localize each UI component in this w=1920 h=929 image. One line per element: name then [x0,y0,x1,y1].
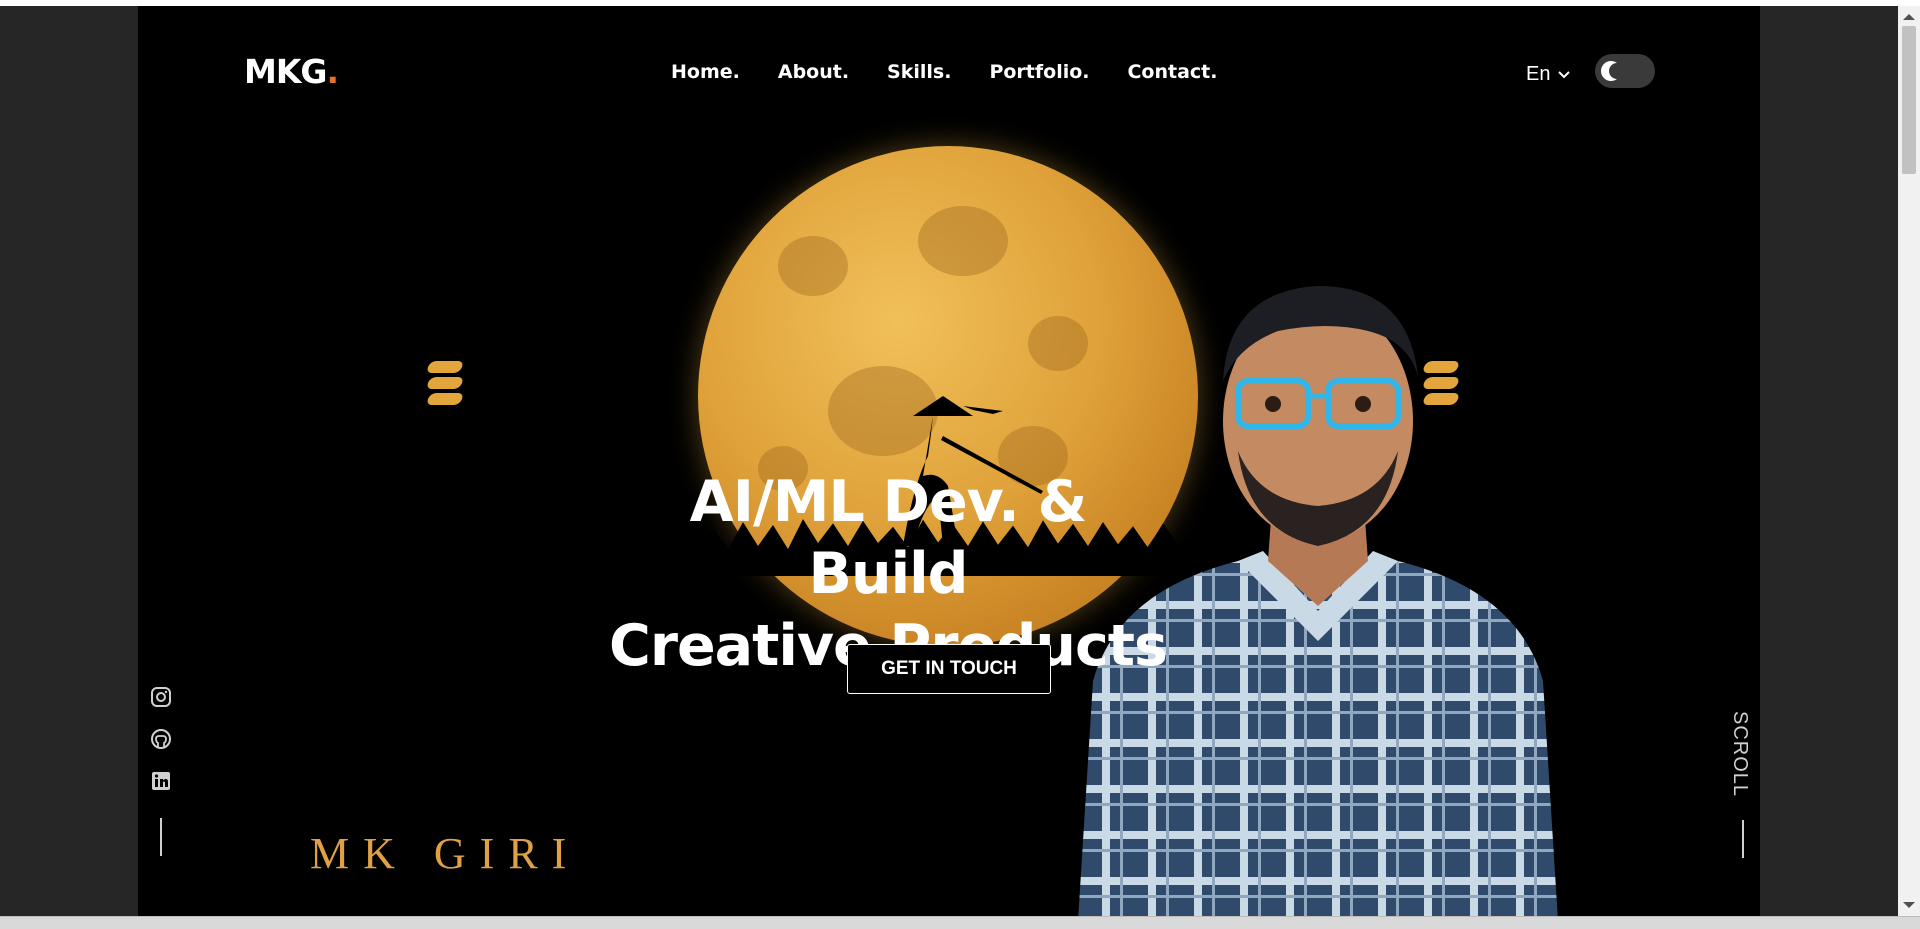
chevron-down-icon [1558,70,1571,78]
logo-dot: . [326,52,340,91]
site-logo[interactable]: MKG. [244,52,340,91]
decor-bars-left [425,361,465,409]
left-divider-line [160,818,162,856]
nav-portfolio[interactable]: Portfolio. [989,61,1089,83]
page-scrollbar[interactable] [1898,6,1920,916]
os-taskbar [0,916,1920,929]
nav-about[interactable]: About. [778,61,849,83]
portfolio-site: MKG. Home. About. Skills. Portfolio. Con… [138,6,1760,916]
theme-toggle[interactable] [1595,54,1655,88]
linkedin-icon[interactable] [150,770,172,792]
main-nav: Home. About. Skills. Portfolio. Contact. [671,61,1217,83]
nav-contact[interactable]: Contact. [1127,61,1217,83]
nav-skills[interactable]: Skills. [887,61,951,83]
instagram-icon[interactable] [150,686,172,708]
github-icon[interactable] [150,728,172,750]
language-select[interactable]: En [1526,63,1571,86]
scrollbar-thumb[interactable] [1902,26,1916,174]
right-divider-line [1742,820,1744,858]
moon-icon [1601,61,1617,81]
hero-line-1: AI/ML Dev. & Build [689,469,1088,607]
nav-home[interactable]: Home. [671,61,740,83]
browser-viewport: MKG. Home. About. Skills. Portfolio. Con… [0,6,1898,916]
scroll-down-arrow-icon[interactable] [1903,902,1915,908]
language-value: En [1526,63,1551,85]
logo-text: MKG [244,52,327,91]
get-in-touch-button[interactable]: GET IN TOUCH [847,644,1051,694]
scroll-indicator-label[interactable]: SCROLL [1728,711,1751,797]
signature-text: MK GIRI [310,829,581,878]
scroll-up-arrow-icon[interactable] [1903,14,1915,20]
social-links [150,686,172,792]
